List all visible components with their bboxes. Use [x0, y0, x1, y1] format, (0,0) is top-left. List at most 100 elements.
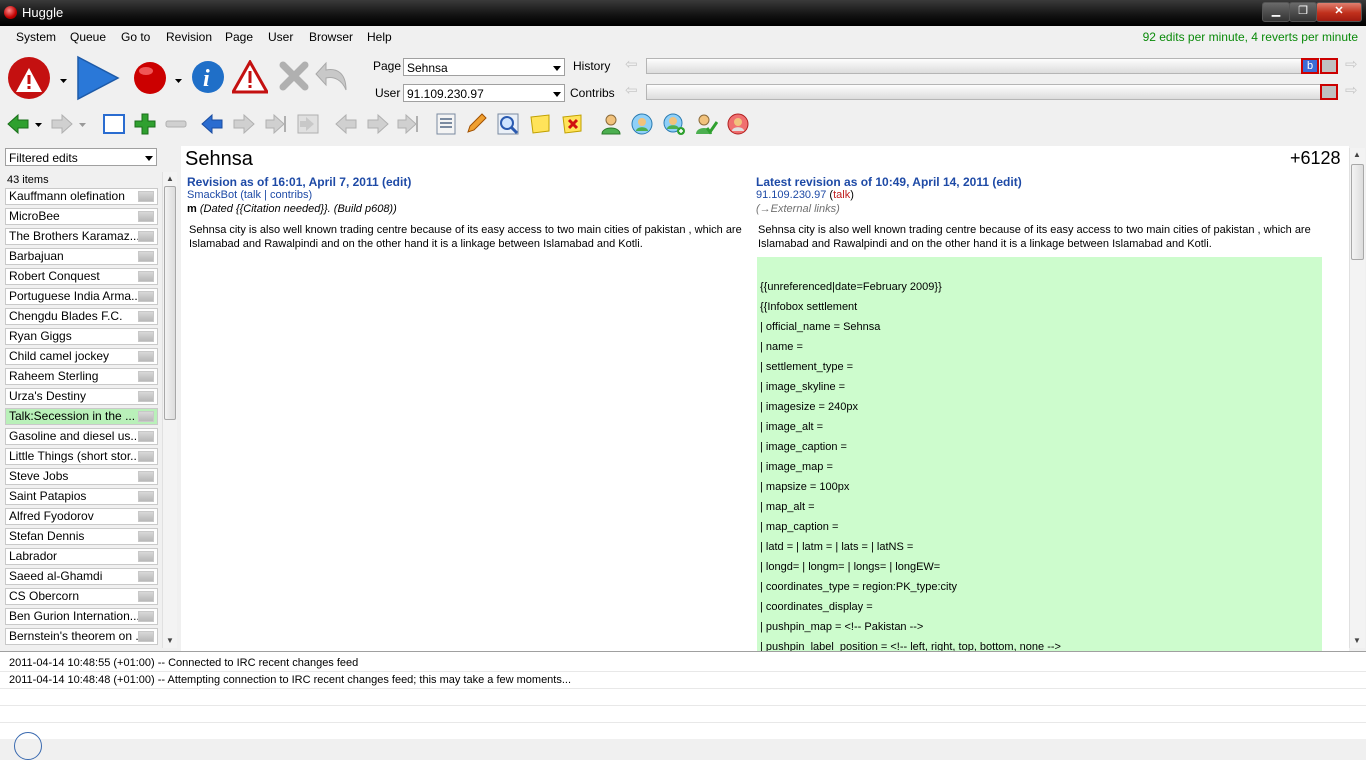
contribs-current-marker[interactable]: [1320, 84, 1338, 100]
search-icon[interactable]: [496, 112, 520, 136]
queue-item[interactable]: Saint Patapios: [5, 488, 158, 505]
new-revision-header: Latest revision as of 10:49, April 14, 2…: [756, 175, 1022, 189]
warn-icon[interactable]: [230, 58, 270, 94]
add-icon[interactable]: [133, 112, 157, 136]
queue-item[interactable]: Robert Conquest: [5, 268, 158, 285]
whitelist-icon[interactable]: [694, 112, 719, 136]
queue-item[interactable]: Labrador: [5, 548, 158, 565]
scroll-down-icon[interactable]: ▼: [166, 636, 174, 645]
queue-item-size-icon: [138, 331, 154, 342]
queue-item-label: Gasoline and diesel us...: [9, 429, 141, 443]
queue-item[interactable]: Kauffmann olefination: [5, 188, 158, 205]
block-icon[interactable]: [726, 112, 750, 136]
menu-browser[interactable]: Browser: [309, 30, 353, 44]
contribs-strip[interactable]: [646, 84, 1338, 100]
chevron-down-icon: [553, 66, 561, 71]
back-icon[interactable]: [6, 112, 30, 136]
prev-edit-icon[interactable]: [200, 112, 224, 136]
queue-item[interactable]: Portuguese India Arma...: [5, 288, 158, 305]
diff-scrollbar[interactable]: ▲ ▼: [1349, 148, 1365, 648]
queue-item-label: Portuguese India Arma...: [9, 289, 142, 303]
queue-item[interactable]: Barbajuan: [5, 248, 158, 265]
queue-item[interactable]: Steve Jobs: [5, 468, 158, 485]
queue-item-size-icon: [138, 531, 154, 542]
delete-icon[interactable]: [560, 112, 584, 136]
queue-item[interactable]: The Brothers Karamaz...: [5, 228, 158, 245]
old-user-link[interactable]: SmackBot: [187, 189, 237, 201]
scroll-up-icon[interactable]: ▲: [166, 174, 174, 183]
scroll-down-icon[interactable]: ▼: [1353, 636, 1361, 645]
old-contribs-link[interactable]: contribs: [270, 189, 309, 201]
queue-item-size-icon: [138, 251, 154, 262]
queue-item[interactable]: Alfred Fyodorov: [5, 508, 158, 525]
queue-item[interactable]: Stefan Dennis: [5, 528, 158, 545]
queue-scrollbar[interactable]: ▲ ▼: [162, 172, 177, 648]
queue-item[interactable]: Bernstein's theorem on ...: [5, 628, 158, 645]
added-line: | map_alt =: [757, 497, 1322, 517]
diff-scroll-thumb[interactable]: [1351, 164, 1364, 260]
queue-item[interactable]: Urza's Destiny: [5, 388, 158, 405]
new-revision-title[interactable]: Latest revision as of 10:49, April 14, 2…: [756, 175, 989, 189]
next-icon[interactable]: [74, 55, 120, 101]
queue-item-label: Child camel jockey: [9, 349, 110, 363]
record-dropdown-icon[interactable]: [174, 74, 184, 83]
queue-item[interactable]: MicroBee: [5, 208, 158, 225]
queue-item[interactable]: Chengdu Blades F.C.: [5, 308, 158, 325]
maximize-button[interactable]: ❐: [1289, 2, 1317, 22]
edit-pencil-icon[interactable]: [464, 112, 488, 136]
minimize-button[interactable]: ▁: [1262, 2, 1290, 22]
scroll-up-icon[interactable]: ▲: [1353, 150, 1361, 159]
queue-item[interactable]: Ryan Giggs: [5, 328, 158, 345]
old-talk-link[interactable]: talk: [244, 189, 261, 201]
page-history-icon[interactable]: [434, 112, 458, 136]
new-talk-link[interactable]: talk: [833, 189, 850, 201]
added-line: | longd= | longm= | longs= | longEW=: [757, 557, 1322, 577]
queue-item[interactable]: Gasoline and diesel us...: [5, 428, 158, 445]
new-edit-link[interactable]: edit: [996, 175, 1017, 189]
user-combo[interactable]: 91.109.230.97: [403, 84, 565, 102]
next-edit-2-icon: [264, 112, 288, 136]
back-dropdown-icon[interactable]: [34, 112, 44, 136]
record-icon[interactable]: [132, 60, 168, 96]
select-icon[interactable]: [102, 112, 126, 136]
menu-queue[interactable]: Queue: [70, 30, 106, 44]
warning-dropdown-icon[interactable]: [59, 74, 69, 83]
queue-item-label: Talk:Secession in the ...: [9, 409, 136, 423]
menu-revision[interactable]: Revision: [166, 30, 212, 44]
undo-icon: [314, 58, 352, 94]
close-button[interactable]: ✕: [1316, 2, 1362, 22]
info-icon[interactable]: i: [190, 59, 226, 95]
queue-item-size-icon: [138, 351, 154, 362]
menu-page[interactable]: Page: [225, 30, 253, 44]
menu-user[interactable]: User: [268, 30, 293, 44]
queue-item-label: Ryan Giggs: [9, 329, 72, 343]
queue-item[interactable]: Saeed al-Ghamdi: [5, 568, 158, 585]
old-revision-title[interactable]: Revision as of 16:01, April 7, 2011: [187, 175, 379, 189]
queue-item[interactable]: CS Obercorn: [5, 588, 158, 605]
menu-goto[interactable]: Go to: [121, 30, 150, 44]
history-latest-marker[interactable]: [1320, 58, 1338, 74]
user-icon[interactable]: [599, 112, 623, 136]
warning-revert-icon[interactable]: [5, 54, 53, 102]
user-info-icon[interactable]: [662, 112, 686, 136]
page-combo[interactable]: Sehnsa: [403, 58, 565, 76]
menu-system[interactable]: System: [16, 30, 56, 44]
queue-item[interactable]: Little Things (short stor...: [5, 448, 158, 465]
talk-icon[interactable]: [630, 112, 654, 136]
queue-item[interactable]: Raheem Sterling: [5, 368, 158, 385]
queue-item[interactable]: Child camel jockey: [5, 348, 158, 365]
queue-filter-select[interactable]: Filtered edits: [5, 148, 157, 166]
chevron-down-icon: [145, 156, 153, 161]
note-icon[interactable]: [528, 112, 552, 136]
old-edit-link[interactable]: edit: [386, 175, 407, 189]
log-line: 2011-04-14 10:48:48 (+01:00) -- Attempti…: [9, 674, 572, 686]
queue-item[interactable]: Talk:Secession in the ...: [5, 408, 158, 425]
queue-scroll-thumb[interactable]: [164, 186, 176, 420]
history-current-marker[interactable]: b: [1301, 58, 1319, 74]
queue-item-label: Ben Gurion Internation...: [9, 609, 140, 623]
menu-help[interactable]: Help: [367, 30, 392, 44]
remove-icon: [164, 112, 188, 136]
history-strip[interactable]: b: [646, 58, 1338, 74]
new-user-link[interactable]: 91.109.230.97: [756, 189, 826, 201]
queue-item[interactable]: Ben Gurion Internation...: [5, 608, 158, 625]
